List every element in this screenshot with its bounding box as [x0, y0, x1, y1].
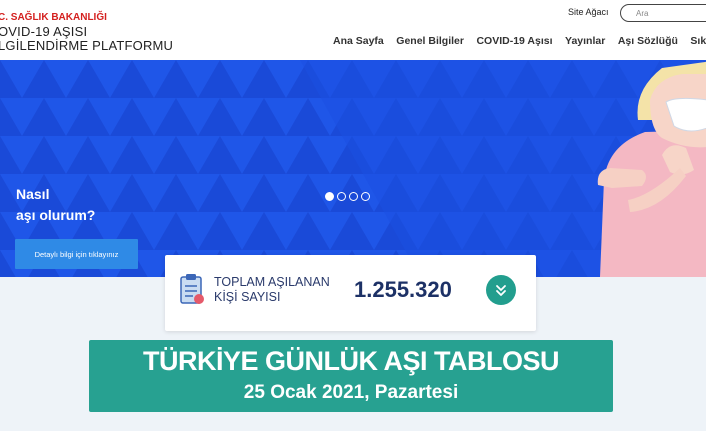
expand-button[interactable]: [486, 275, 516, 305]
nav-item-home[interactable]: Ana Sayfa: [333, 35, 384, 47]
search-input[interactable]: Ara: [620, 4, 706, 22]
vaccinated-count-label-line2: KİŞİ SAYISI: [214, 290, 281, 304]
slider-dot-3[interactable]: [349, 192, 358, 201]
platform-title-line2: LGİLENDİRME PLATFORMU: [0, 38, 174, 53]
hero-title: Nasıl aşı olurum?: [16, 184, 95, 226]
slider-dot-4[interactable]: [361, 192, 370, 201]
hero-title-line1: Nasıl: [16, 186, 50, 202]
vaccinated-count-value: 1.255.320: [354, 277, 452, 302]
details-button[interactable]: Detaylı bilgi için tıklayınız: [15, 239, 138, 269]
woman-mask-illustration: [597, 61, 706, 277]
nav-item-covid-vaccine[interactable]: COVID-19 Aşısı: [476, 35, 552, 47]
sitemap-link[interactable]: Site Ağacı: [568, 7, 609, 17]
double-chevron-down-icon: [496, 285, 506, 296]
hero-slider: Nasıl aşı olurum? Detaylı bilgi için tık…: [0, 60, 706, 277]
site-header: C. SAĞLIK BAKANLIĞI OVID-19 AŞISI LGİLEN…: [0, 0, 706, 60]
brand-logo[interactable]: C. SAĞLIK BAKANLIĞI OVID-19 AŞISI LGİLEN…: [0, 11, 173, 53]
platform-title-line1: OVID-19 AŞISI: [0, 24, 88, 39]
banner-date: 25 Ocak 2021, Pazartesi: [243, 382, 459, 403]
vaccinated-count-label-line1: TOPLAM AŞILANAN: [214, 275, 330, 289]
vaccinated-count-card: TOPLAM AŞILANAN KİŞİ SAYISI 1.255.320: [165, 255, 536, 331]
main-nav: Ana Sayfa Genel Bilgiler COVID-19 Aşısı …: [333, 35, 706, 47]
slider-dot-2[interactable]: [337, 192, 346, 201]
banner-title: TÜRKİYE GÜNLÜK AŞI TABLOSU: [143, 346, 560, 376]
nav-item-faq[interactable]: Sıkça Sor: [690, 35, 706, 47]
slider-dot-1[interactable]: [325, 192, 334, 201]
vaccinated-count-label: TOPLAM AŞILANAN KİŞİ SAYISI: [214, 275, 330, 305]
hero-title-line2: aşı olurum?: [16, 207, 96, 223]
nav-item-general-info[interactable]: Genel Bilgiler: [396, 35, 464, 47]
daily-vaccine-table-banner[interactable]: TÜRKİYE GÜNLÜK AŞI TABLOSU 25 Ocak 2021,…: [89, 340, 613, 412]
nav-item-publications[interactable]: Yayınlar: [565, 35, 605, 47]
nav-item-vaccine-glossary[interactable]: Aşı Sözlüğü: [618, 35, 678, 47]
slider-dots: [325, 192, 370, 201]
clipboard-icon: [180, 274, 204, 304]
ministry-name: C. SAĞLIK BAKANLIĞI: [0, 12, 107, 23]
